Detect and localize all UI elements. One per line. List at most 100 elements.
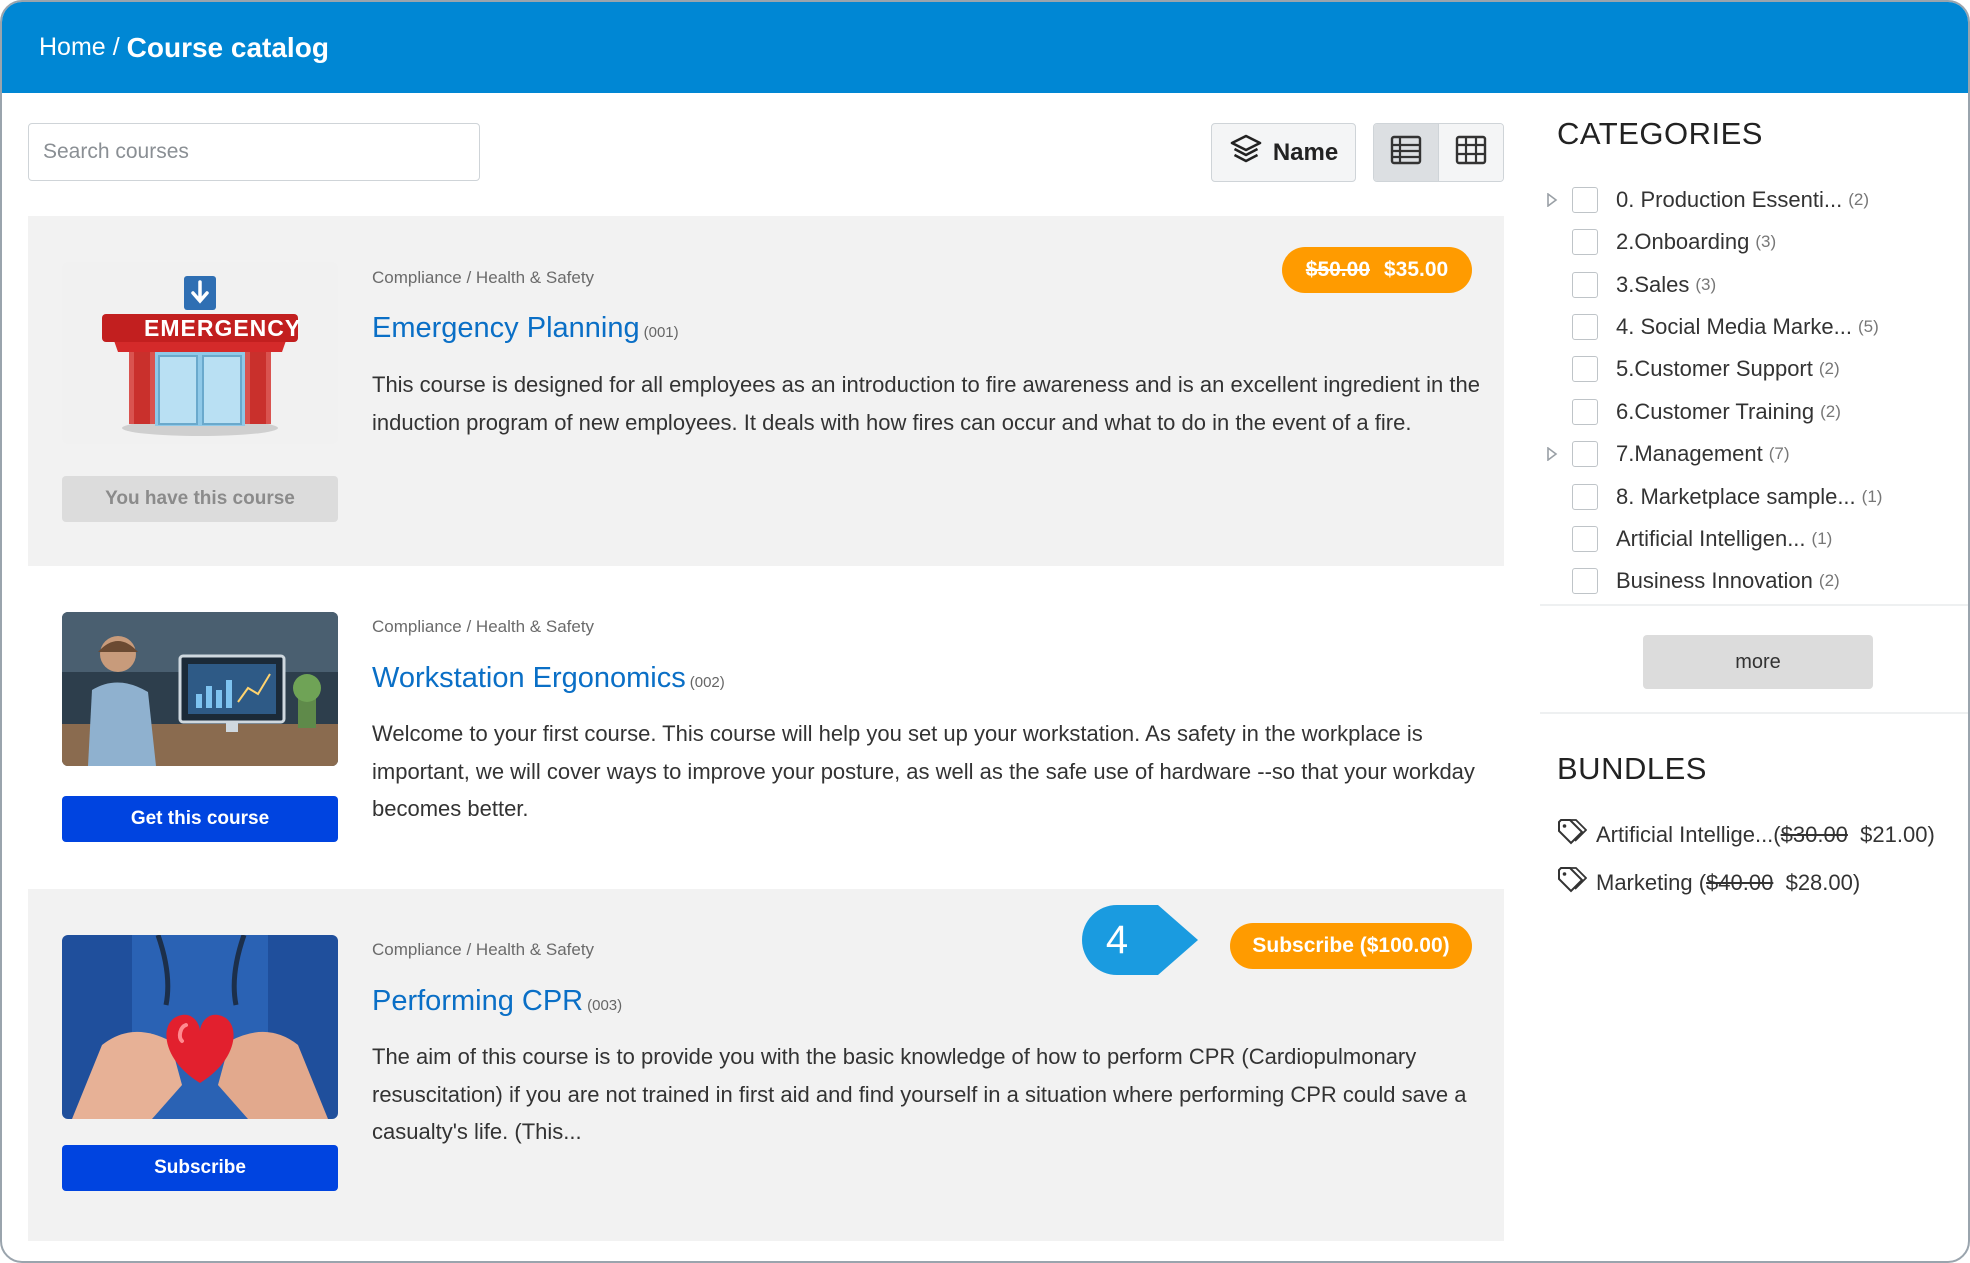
grid-view-button[interactable] — [1438, 124, 1503, 181]
get-course-button[interactable]: Get this course — [62, 796, 338, 842]
new-price: $35.00 — [1384, 258, 1449, 281]
tag-icon — [1557, 866, 1588, 900]
category-count: (1) — [1861, 487, 1883, 506]
category-name: 8. Marketplace sample... — [1616, 484, 1856, 509]
category-item[interactable]: 3.Sales (3) — [1540, 268, 1716, 302]
page-title: Course catalog — [126, 31, 329, 63]
list-view-icon — [1390, 135, 1422, 170]
expand-caret-icon[interactable] — [1540, 447, 1564, 461]
category-count: (3) — [1755, 232, 1777, 251]
bundle-item[interactable]: Marketing ($40.00 $28.00) — [1557, 866, 1860, 900]
category-checkbox[interactable] — [1572, 272, 1598, 298]
category-count: (3) — [1695, 275, 1717, 294]
category-name: 5.Customer Support — [1616, 356, 1813, 381]
grid-view-icon — [1455, 135, 1487, 170]
course-code: (003) — [587, 997, 623, 1014]
category-checkbox[interactable] — [1572, 568, 1598, 594]
category-name: 6.Customer Training — [1616, 399, 1815, 424]
course-title-link[interactable]: Performing CPR — [372, 985, 583, 1018]
category-name: 7.Management — [1616, 441, 1763, 466]
more-categories-button[interactable]: more — [1643, 635, 1873, 689]
course-card: Get this course Compliance / Health & Sa… — [28, 566, 1504, 889]
breadcrumb-separator: / — [112, 33, 120, 61]
category-name: 0. Production Essenti... — [1616, 187, 1843, 212]
category-count: (1) — [1811, 529, 1833, 548]
course-thumbnail[interactable] — [62, 612, 338, 766]
subscribe-button[interactable]: Subscribe — [62, 1145, 338, 1191]
tag-icon — [1557, 818, 1588, 852]
category-item[interactable]: 2.Onboarding (3) — [1540, 225, 1776, 259]
subscribe-price-badge[interactable]: Subscribe ($100.00) — [1230, 923, 1472, 969]
course-description: Welcome to your first course. This cours… — [372, 721, 1475, 821]
sidebar-divider — [1540, 604, 1968, 606]
bundle-paren-close: ) — [1852, 870, 1861, 895]
course-category: Compliance / Health & Safety — [372, 940, 595, 959]
course-title-link[interactable]: Workstation Ergonomics — [372, 662, 686, 695]
bundle-paren-open: ( — [1773, 822, 1781, 847]
old-price: $50.00 — [1305, 258, 1370, 281]
category-item[interactable]: Business Innovation (2) — [1540, 564, 1840, 598]
category-count: (5) — [1857, 317, 1879, 336]
category-checkbox[interactable] — [1572, 399, 1598, 425]
course-title-link[interactable]: Emergency Planning — [372, 312, 640, 345]
course-title-row: Performing CPR (003) — [372, 985, 622, 1018]
category-item[interactable]: 5.Customer Support (2) — [1540, 352, 1840, 386]
category-name: 2.Onboarding — [1616, 229, 1750, 254]
category-count: (2) — [1818, 571, 1840, 590]
bundles-heading: BUNDLES — [1557, 751, 1707, 786]
category-count: (2) — [1820, 402, 1841, 421]
sidebar-divider — [1540, 712, 1968, 714]
breadcrumb-home[interactable]: Home — [39, 33, 106, 62]
bundle-new-price: $28.00 — [1785, 870, 1853, 895]
course-category: Compliance / Health & Safety — [372, 617, 595, 636]
course-thumbnail[interactable] — [62, 935, 338, 1119]
expand-caret-icon[interactable] — [1540, 193, 1564, 207]
category-checkbox[interactable] — [1572, 187, 1598, 213]
bundle-item[interactable]: Artificial Intellige...($30.00 $21.00) — [1557, 818, 1935, 852]
category-item[interactable]: 4. Social Media Marke... (5) — [1540, 310, 1879, 344]
category-item[interactable]: 6.Customer Training (2) — [1540, 395, 1841, 429]
search-input[interactable] — [28, 123, 480, 181]
hands-holding-heart-photo — [62, 935, 338, 1119]
bundle-name: Artificial Intellige... — [1596, 822, 1774, 847]
category-checkbox[interactable] — [1572, 526, 1598, 552]
category-checkbox[interactable] — [1572, 356, 1598, 382]
person-at-computer-photo — [62, 612, 338, 766]
category-name: Artificial Intelligen... — [1616, 526, 1806, 551]
category-name: 4. Social Media Marke... — [1616, 314, 1852, 339]
category-checkbox[interactable] — [1572, 441, 1598, 467]
header-bar: Home / Course catalog — [2, 2, 1968, 93]
category-item[interactable]: 7.Management (7) — [1540, 437, 1790, 471]
course-description: This course is designed for all employee… — [372, 372, 1480, 435]
category-item[interactable]: Artificial Intelligen... (1) — [1540, 522, 1832, 556]
category-checkbox[interactable] — [1572, 229, 1598, 255]
emergency-building-illustration — [62, 262, 338, 444]
category-item[interactable]: 0. Production Essenti... (2) — [1540, 183, 1869, 217]
bundle-name: Marketing — [1596, 870, 1693, 895]
bundle-old-price: $40.00 — [1706, 870, 1774, 895]
categories-heading: CATEGORIES — [1557, 116, 1763, 151]
course-description: The aim of this course is to provide you… — [372, 1044, 1467, 1144]
course-thumbnail[interactable] — [62, 262, 338, 444]
category-item[interactable]: 8. Marketplace sample... (1) — [1540, 480, 1882, 514]
category-checkbox[interactable] — [1572, 314, 1598, 340]
price-badge[interactable]: $50.00 $35.00 — [1282, 247, 1472, 293]
category-name: 3.Sales — [1616, 272, 1690, 297]
course-code: (001) — [643, 324, 679, 341]
category-count: (7) — [1768, 444, 1790, 463]
category-count: (2) — [1848, 190, 1870, 209]
bundle-paren-close: ) — [1927, 822, 1935, 847]
owned-course-button[interactable]: You have this course — [62, 476, 338, 522]
category-count: (2) — [1818, 359, 1840, 378]
bundle-new-price: $21.00 — [1860, 822, 1928, 847]
view-toggle — [1373, 123, 1504, 182]
step-callout-marker: 4 — [1080, 903, 1200, 977]
callout-number: 4 — [1105, 917, 1129, 962]
app-window: Home / Course catalog Name — [0, 0, 1970, 1263]
category-list: 0. Production Essenti... (2) 2.Onboardin… — [1540, 180, 1960, 604]
list-view-button[interactable] — [1374, 124, 1438, 181]
category-name: Business Innovation — [1616, 568, 1813, 593]
course-code: (002) — [689, 674, 725, 691]
category-checkbox[interactable] — [1572, 484, 1598, 510]
sort-by-name-button[interactable]: Name — [1211, 123, 1356, 182]
